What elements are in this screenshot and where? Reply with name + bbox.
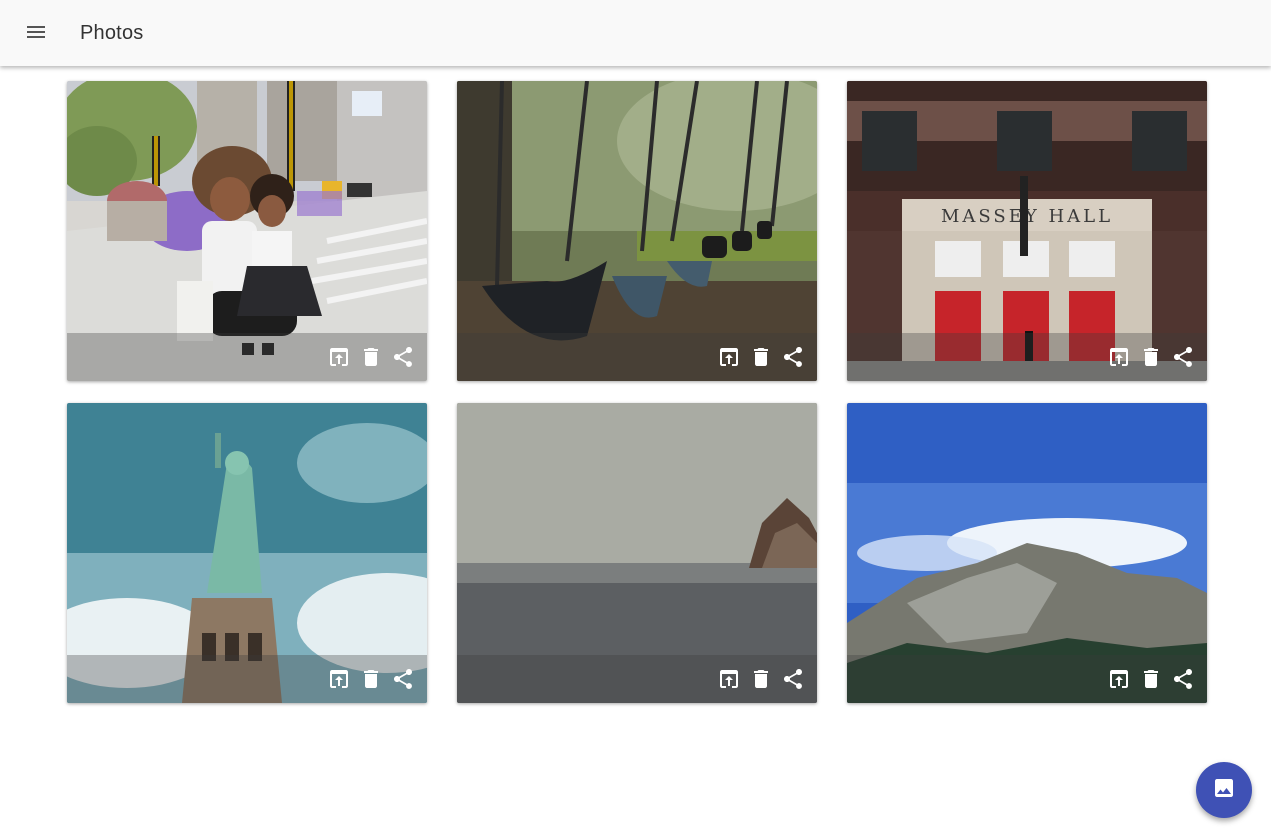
open-in-icon[interactable] xyxy=(327,345,351,369)
menu-button[interactable] xyxy=(18,17,54,51)
card-actions xyxy=(457,655,817,703)
delete-icon[interactable] xyxy=(1139,667,1163,691)
page-title: Photos xyxy=(80,22,144,44)
open-in-icon[interactable] xyxy=(717,345,741,369)
share-icon[interactable] xyxy=(1171,667,1195,691)
open-in-icon[interactable] xyxy=(1107,345,1131,369)
card-actions xyxy=(67,333,427,381)
delete-icon[interactable] xyxy=(1139,345,1163,369)
share-icon[interactable] xyxy=(391,667,415,691)
card-actions xyxy=(847,655,1207,703)
delete-icon[interactable] xyxy=(749,345,773,369)
add-photo-button[interactable] xyxy=(1196,762,1252,818)
photo-card xyxy=(67,403,427,703)
open-in-icon[interactable] xyxy=(717,667,741,691)
delete-icon[interactable] xyxy=(749,667,773,691)
card-actions xyxy=(847,333,1207,381)
share-icon[interactable] xyxy=(1171,345,1195,369)
image-icon xyxy=(1212,776,1236,805)
share-icon[interactable] xyxy=(391,345,415,369)
delete-icon[interactable] xyxy=(359,667,383,691)
photo-card xyxy=(457,403,817,703)
photo-card: MASSEY HALL xyxy=(847,81,1207,381)
delete-icon[interactable] xyxy=(359,345,383,369)
photo-card xyxy=(457,81,817,381)
card-actions xyxy=(457,333,817,381)
open-in-icon[interactable] xyxy=(327,667,351,691)
menu-icon xyxy=(27,25,45,43)
share-icon[interactable] xyxy=(781,345,805,369)
card-actions xyxy=(67,655,427,703)
open-in-icon[interactable] xyxy=(1107,667,1131,691)
app-bar: Photos xyxy=(0,0,1271,66)
share-icon[interactable] xyxy=(781,667,805,691)
photo-card xyxy=(67,81,427,381)
photo-card xyxy=(847,403,1207,703)
